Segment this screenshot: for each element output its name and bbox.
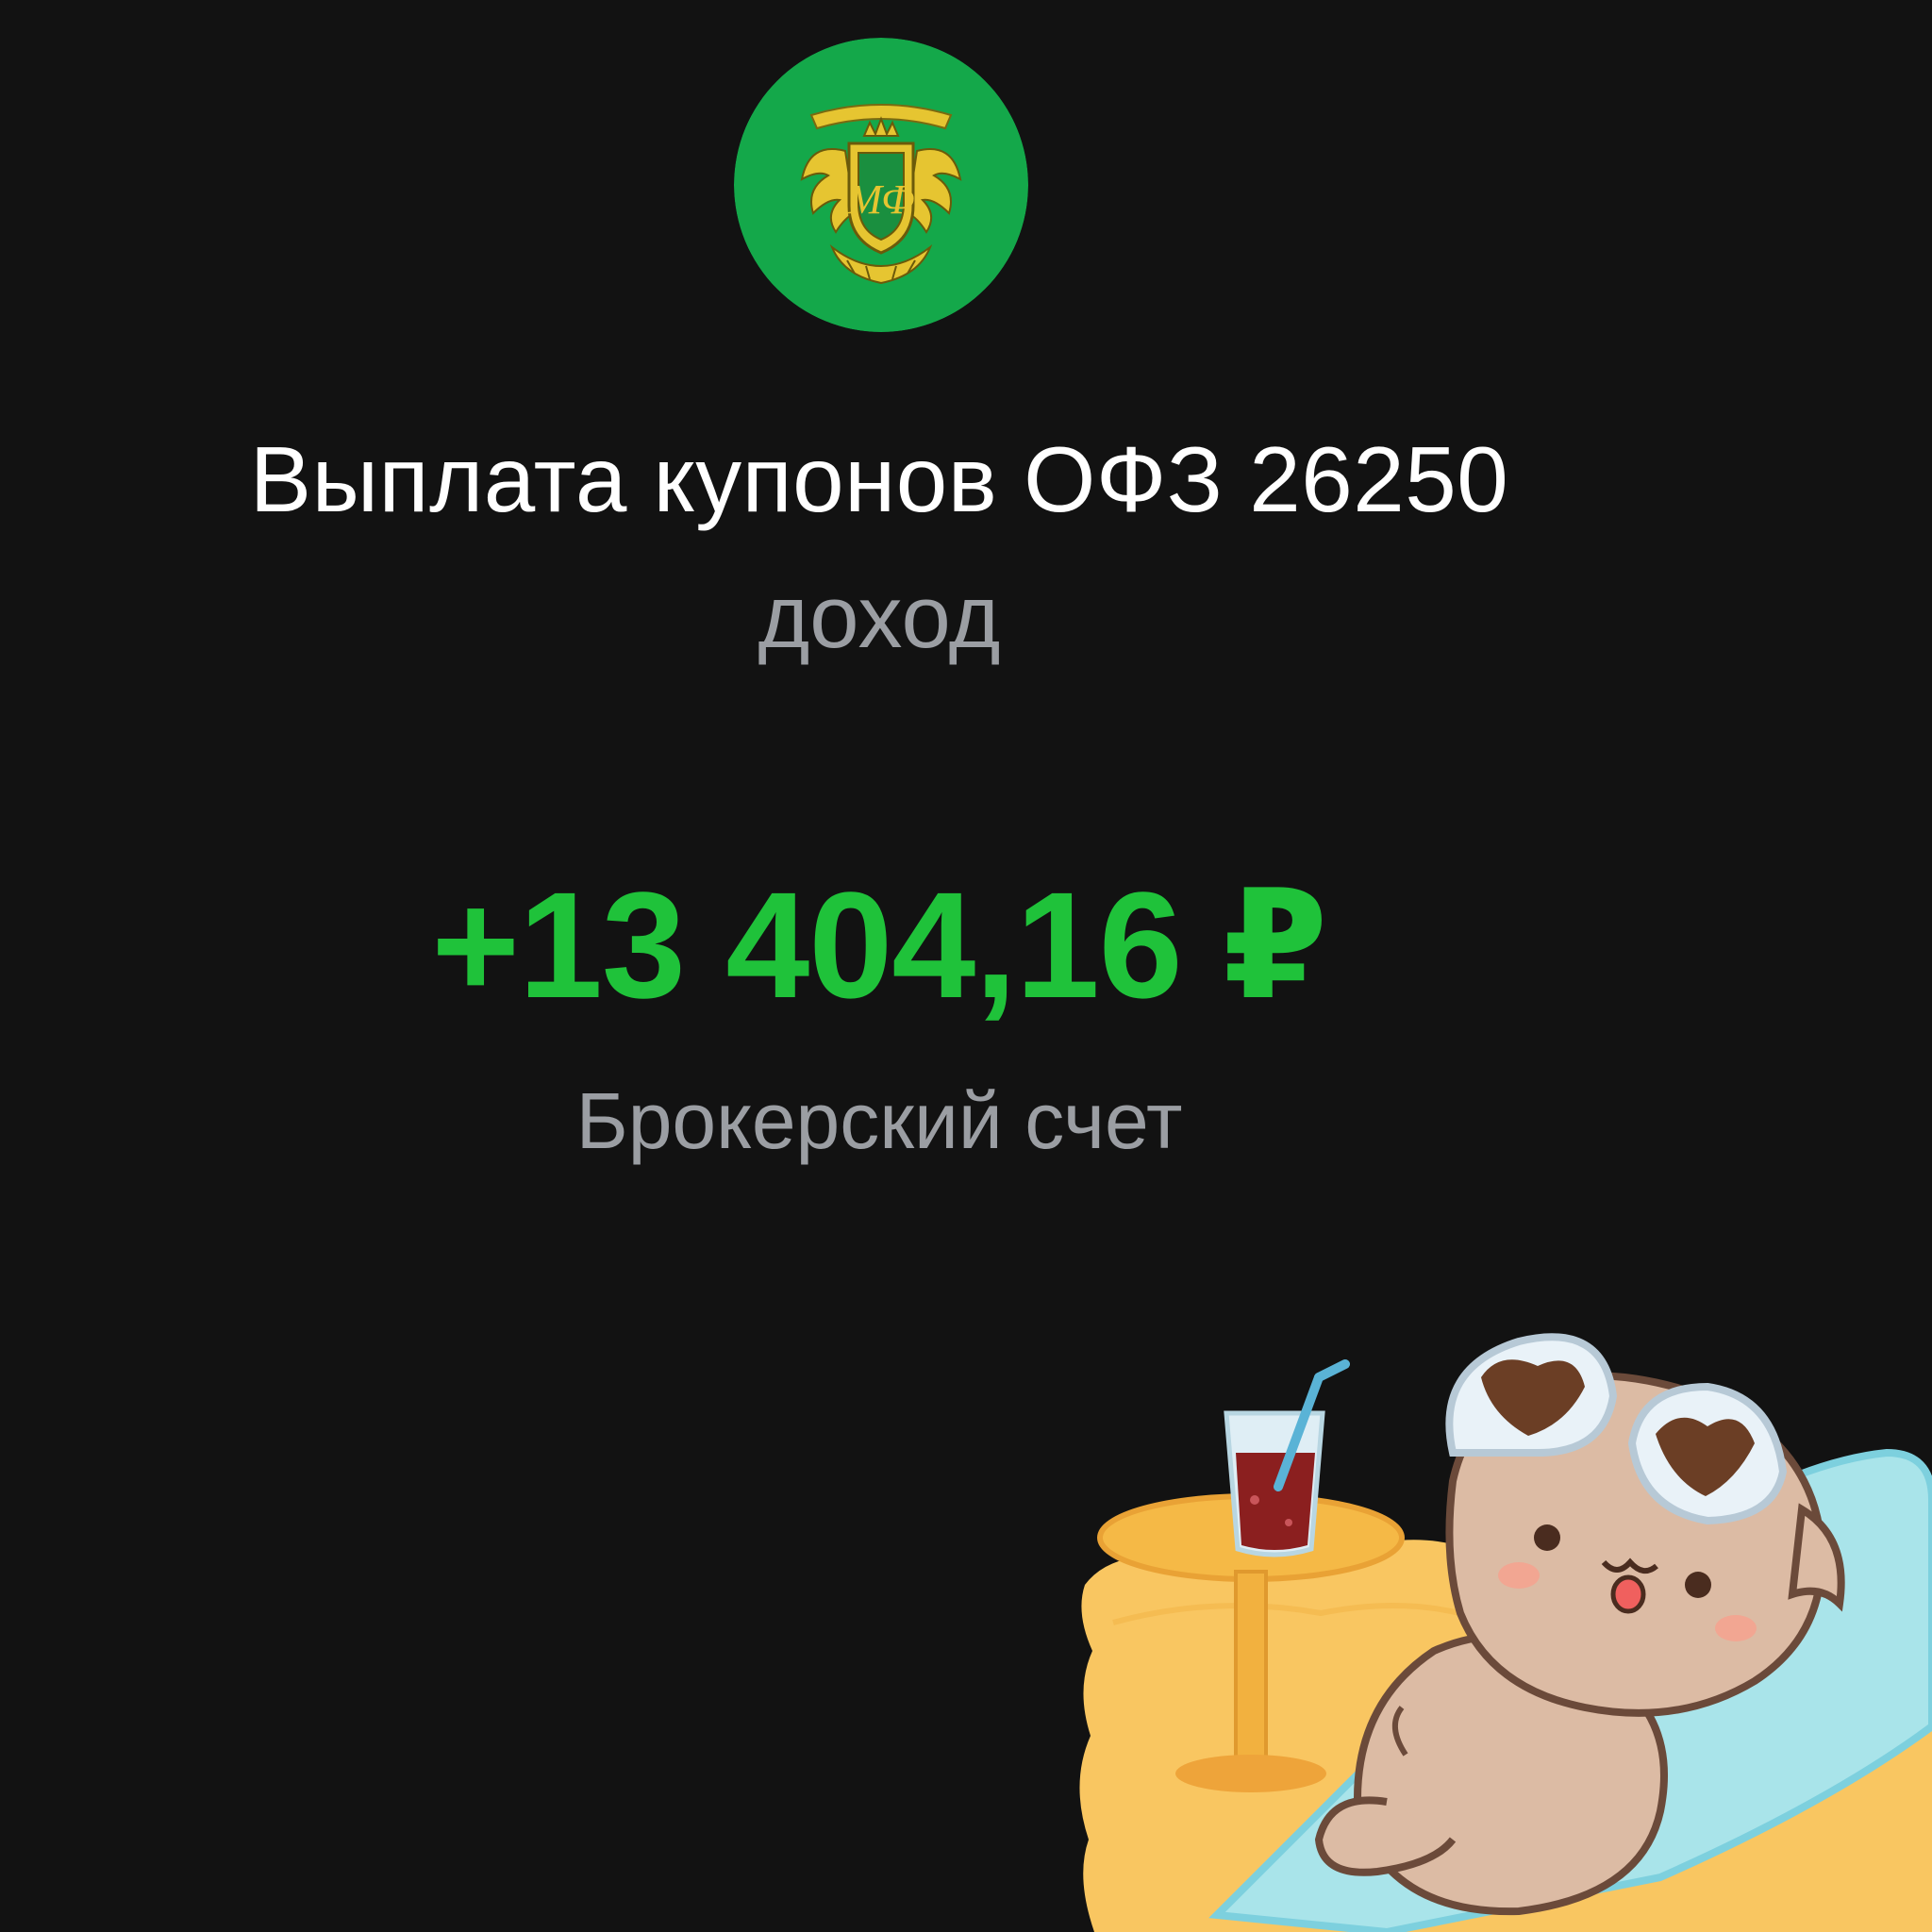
operation-details-screen: МФ Выплата купонов ОФЗ 26250 доход +13 4… [0, 0, 1932, 1932]
account-name[interactable]: Брокерский счет [0, 1075, 1758, 1167]
operation-amount: +13 404,16 ₽ [431, 860, 1327, 1029]
issuer-logo[interactable]: МФ [734, 38, 1028, 332]
operation-title[interactable]: Выплата купонов ОФЗ 26250 [0, 426, 1758, 533]
operation-category: доход [758, 567, 1001, 666]
cat-sunbathing-sticker [1075, 1311, 1932, 1932]
svg-text:МФ: МФ [847, 176, 915, 223]
minfin-emblem-icon: МФ [734, 38, 1028, 332]
